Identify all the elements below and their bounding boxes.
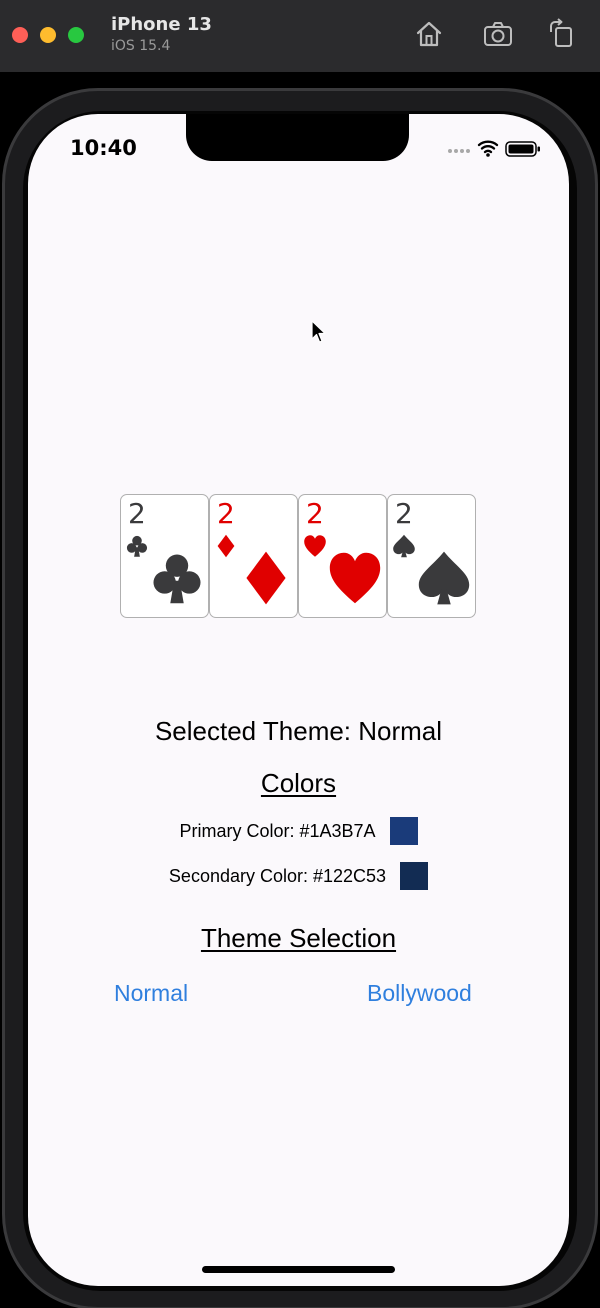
hearts-icon	[329, 552, 381, 604]
rotate-button[interactable]	[545, 18, 577, 50]
signal-icon	[448, 149, 470, 153]
colors-heading: Colors	[260, 768, 337, 798]
simulator-titlebar: iPhone 13 iOS 15.4	[0, 0, 600, 72]
card-rank: 2	[128, 497, 146, 530]
card-two-of-diamonds[interactable]: 2	[209, 494, 298, 618]
mouse-cursor-icon	[311, 320, 326, 343]
card-row: 2 2 2 2	[120, 494, 476, 619]
battery-icon	[505, 141, 540, 157]
phone-screen: 10:40 2 2 2 2 Selected Theme: Normal Col…	[28, 114, 569, 1286]
wifi-icon	[477, 140, 499, 154]
minimize-window-button[interactable]	[40, 27, 56, 43]
card-two-of-hearts[interactable]: 2	[298, 494, 387, 618]
device-os-version: iOS 15.4	[111, 38, 171, 54]
hearts-icon	[304, 535, 326, 557]
notch	[186, 114, 409, 161]
theme-selection-heading: Theme Selection	[200, 923, 397, 953]
status-time: 10:40	[70, 136, 137, 160]
primary-color-swatch	[389, 817, 418, 845]
secondary-color-row: Secondary Color: #122C53	[28, 861, 569, 891]
zoom-window-button[interactable]	[68, 27, 84, 43]
wifi-dot	[486, 153, 490, 157]
home-icon	[416, 21, 442, 47]
close-window-button[interactable]	[12, 27, 28, 43]
theme-option-bollywood[interactable]: Bollywood	[367, 980, 472, 1007]
diamonds-icon	[217, 534, 235, 558]
card-rank: 2	[395, 497, 413, 530]
diamonds-icon	[246, 551, 286, 605]
secondary-color-label: Secondary Color: #122C53	[168, 865, 387, 886]
spades-icon	[393, 534, 415, 558]
spades-icon	[418, 551, 470, 605]
status-icons	[448, 140, 540, 157]
card-two-of-clubs[interactable]: 2	[120, 494, 209, 618]
primary-color-label: Primary Color: #1A3B7A	[179, 820, 376, 841]
home-button[interactable]	[413, 18, 445, 50]
theme-option-normal[interactable]: Normal	[114, 980, 188, 1007]
secondary-color-swatch	[400, 862, 429, 890]
home-indicator[interactable]	[202, 1266, 395, 1273]
card-rank: 2	[217, 497, 235, 530]
screenshot-icon	[484, 22, 512, 46]
screenshot-button[interactable]	[482, 18, 514, 50]
card-two-of-spades[interactable]: 2	[387, 494, 476, 618]
primary-color-row: Primary Color: #1A3B7A	[28, 816, 569, 846]
rotate-icon	[550, 18, 572, 47]
clubs-icon	[126, 535, 148, 557]
card-rank: 2	[306, 497, 324, 530]
selected-theme-label: Selected Theme: Normal	[154, 716, 443, 746]
clubs-icon	[153, 554, 201, 604]
device-name: iPhone 13	[111, 14, 212, 35]
